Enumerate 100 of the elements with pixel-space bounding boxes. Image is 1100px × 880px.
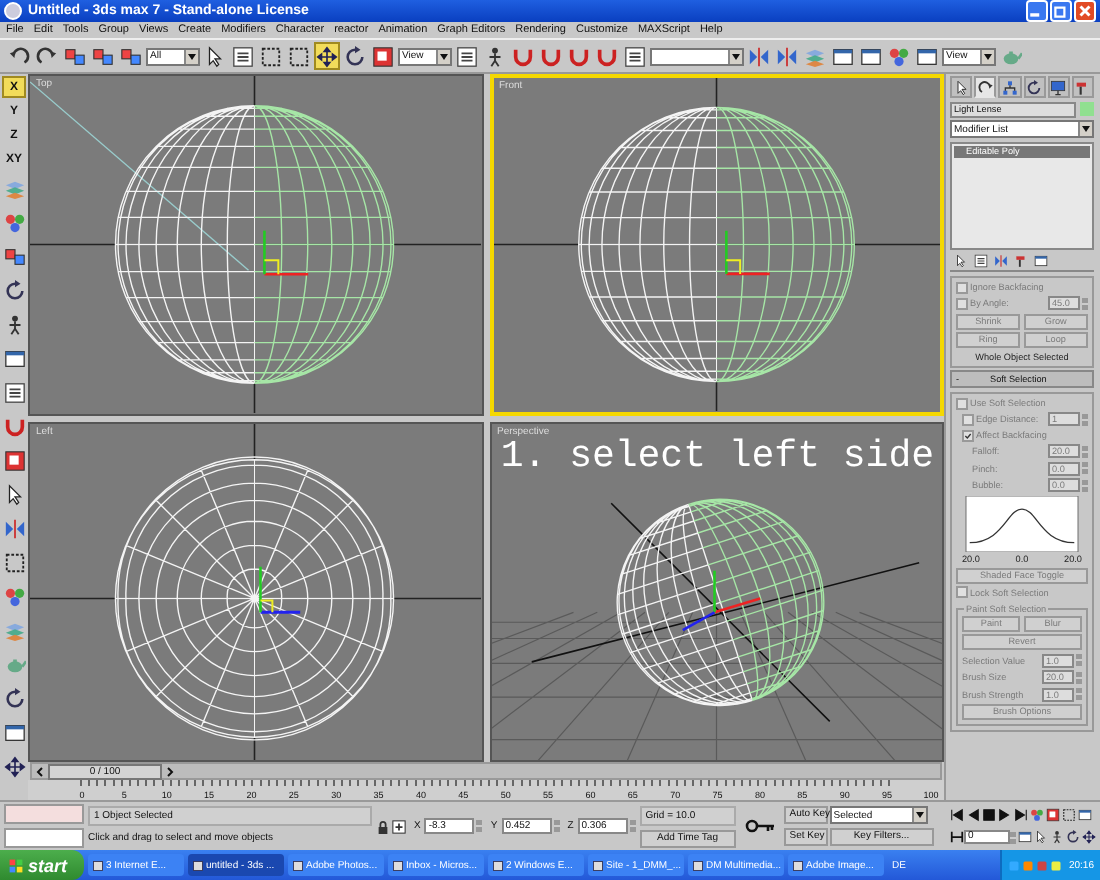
close-button[interactable] (1074, 0, 1096, 22)
window-icon (592, 859, 604, 871)
spheres-icon (3, 211, 25, 233)
toolbar-button[interactable] (286, 42, 312, 70)
window-icon (3, 347, 25, 369)
playback-button[interactable] (1012, 806, 1028, 824)
next-icon[interactable] (164, 765, 176, 777)
script-listener-field[interactable] (4, 804, 84, 824)
monitor-icon (1050, 79, 1067, 95)
navigation-button[interactable] (1080, 828, 1096, 846)
previous-icon[interactable] (34, 765, 46, 777)
panel-tab[interactable] (974, 76, 997, 98)
window-icon (492, 859, 504, 871)
close-icon (1076, 2, 1094, 20)
move-icon (316, 45, 338, 67)
key-icon (743, 818, 776, 834)
cursor-icon (1033, 830, 1047, 844)
scale-icon (1045, 808, 1059, 822)
tool-button[interactable] (2, 274, 26, 306)
key-mode-icon (949, 830, 963, 844)
annotation-text: 1. select left side (500, 433, 934, 477)
stack-button[interactable] (1034, 254, 1048, 268)
start-button[interactable]: start (0, 850, 84, 880)
tool-button[interactable] (2, 682, 26, 714)
list-icon (232, 45, 254, 67)
mirror-icon (776, 45, 798, 67)
window-icon (392, 859, 404, 871)
mirror-icon (3, 517, 25, 539)
windows-flag-icon (8, 857, 24, 873)
toolbar-button[interactable] (258, 42, 284, 70)
list-icon (974, 254, 988, 268)
window-icon (292, 859, 304, 871)
selection-region-icon (3, 551, 25, 573)
list-icon (456, 45, 478, 67)
panel-tab[interactable] (1023, 76, 1046, 98)
layers-icon (804, 45, 826, 67)
toolbar-button[interactable] (622, 42, 648, 70)
list-icon (624, 45, 646, 67)
lock-icon[interactable] (376, 819, 390, 833)
hierarchy-icon (1001, 79, 1018, 95)
script-listener-field[interactable] (4, 828, 84, 848)
cursor-icon (954, 254, 968, 268)
toolbar-button[interactable] (314, 42, 340, 70)
figure-icon (484, 45, 506, 67)
curved-arrow-icon (8, 45, 30, 67)
transform-gizmo-icon (681, 569, 760, 631)
absolute-mode-icon[interactable] (392, 819, 406, 833)
spheres-icon (3, 585, 25, 607)
window-icon (860, 45, 882, 67)
rotate-icon (3, 279, 25, 301)
dropdown[interactable] (650, 47, 744, 65)
rotate-icon (1026, 79, 1043, 95)
window-icon (792, 859, 804, 871)
object-color-swatch[interactable] (1080, 102, 1094, 116)
panel-tab[interactable] (950, 76, 973, 98)
window-icon (832, 45, 854, 67)
hammer-icon (1014, 254, 1028, 268)
transform-gizmo-icon (259, 565, 301, 613)
selection-region-icon (1061, 808, 1075, 822)
link-icon (64, 45, 86, 67)
rotate-icon (3, 687, 25, 709)
toolbar-button[interactable] (370, 42, 396, 70)
mirror-icon (748, 45, 770, 67)
toolbar-button[interactable] (454, 42, 480, 70)
curved-arrow-icon (36, 45, 58, 67)
window-icon (1034, 254, 1048, 268)
check-icon (964, 431, 972, 439)
transform-gizmo-icon (724, 230, 769, 276)
rotate-icon (1065, 830, 1079, 844)
window-icon (1077, 808, 1091, 822)
spheres-icon (1029, 808, 1043, 822)
navigation-button[interactable] (1076, 806, 1092, 824)
playback-button[interactable] (948, 806, 964, 824)
rotate-icon (344, 45, 366, 67)
panel-tab[interactable] (1047, 76, 1070, 98)
maximize-button[interactable] (1050, 0, 1072, 22)
stack-button[interactable] (974, 254, 988, 268)
minimize-button[interactable] (1026, 0, 1048, 22)
magnet-icon (512, 45, 534, 67)
magnet-icon (3, 415, 25, 437)
stack-button[interactable] (1014, 254, 1028, 268)
cursor-icon (953, 79, 970, 95)
selection-region-icon (260, 45, 282, 67)
navigation-button[interactable] (1048, 828, 1064, 846)
selection-region-icon (288, 45, 310, 67)
playback-button[interactable] (980, 806, 996, 824)
cursor-icon (3, 483, 25, 505)
hammer-icon (1074, 79, 1091, 95)
stack-button[interactable] (954, 254, 968, 268)
time-config-button[interactable] (1016, 828, 1032, 846)
panel-tab[interactable] (1071, 76, 1095, 98)
toolbar-button[interactable] (342, 42, 368, 70)
toolbar-button[interactable] (230, 42, 256, 70)
scale-icon (3, 449, 25, 471)
key-mode-button[interactable] (948, 828, 964, 846)
window-icon (192, 859, 204, 871)
window-icon (692, 859, 704, 871)
window-icon (3, 721, 25, 743)
layers-icon (3, 619, 25, 641)
cursor-icon (204, 45, 226, 67)
